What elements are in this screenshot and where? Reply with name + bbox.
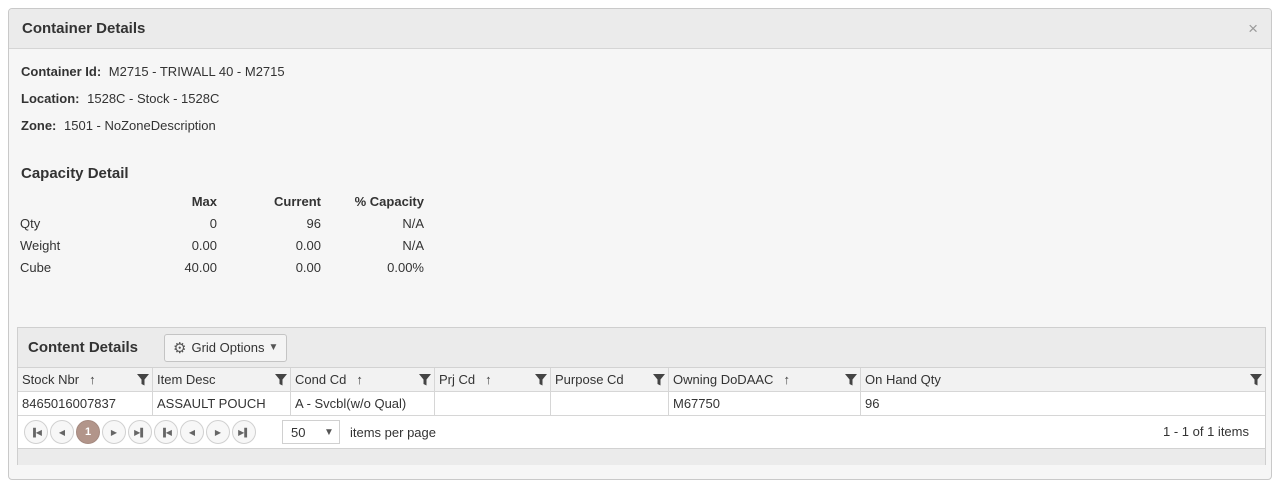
- last-page-icon[interactable]: ▶▌: [128, 420, 152, 444]
- capacity-table: Max Current % Capacity Qty 0 96 N/A Weig…: [20, 191, 424, 278]
- capacity-row-qty: Qty 0 96 N/A: [20, 212, 424, 234]
- column-header-label: Prj Cd: [439, 372, 476, 387]
- grid-header-row: Stock Nbr ↑ Item Desc Cond Cd ↑ Prj Cd ↑…: [18, 368, 1265, 392]
- pager-info: 1 - 1 of 1 items: [1163, 424, 1249, 439]
- close-icon[interactable]: ×: [1248, 19, 1258, 39]
- container-id-line: Container Id: M2715 - TRIWALL 40 - M2715: [21, 64, 285, 79]
- cell-purpose-cd: [551, 392, 669, 415]
- capacity-pct: 0.00%: [387, 259, 424, 275]
- column-header-item-desc[interactable]: Item Desc: [153, 368, 291, 391]
- location-value: 1528C - Stock - 1528C: [87, 91, 220, 106]
- container-id-value: M2715 - TRIWALL 40 - M2715: [108, 64, 285, 79]
- grid-footer: [18, 448, 1265, 465]
- column-header-label: Purpose Cd: [555, 372, 624, 387]
- capacity-current: 0.00: [295, 237, 321, 253]
- capacity-max: 0.00: [191, 237, 217, 253]
- capacity-max: 40.00: [184, 259, 217, 275]
- sort-asc-icon: ↑: [485, 372, 492, 387]
- page-number-button[interactable]: 1: [76, 420, 100, 444]
- content-details-title: Content Details: [28, 339, 139, 356]
- location-label: Location:: [21, 91, 80, 106]
- capacity-pct: N/A: [402, 215, 424, 231]
- column-header-label: Item Desc: [157, 372, 216, 387]
- capacity-pct: N/A: [402, 237, 424, 253]
- first-page-icon[interactable]: ▐◀: [154, 420, 178, 444]
- capacity-row-label: Weight: [20, 237, 61, 253]
- filter-icon[interactable]: [1250, 374, 1262, 386]
- column-header-prj-cd[interactable]: Prj Cd ↑: [435, 368, 551, 391]
- zone-label: Zone:: [21, 118, 57, 133]
- filter-icon[interactable]: [535, 374, 547, 386]
- next-page-icon[interactable]: ▶: [206, 420, 230, 444]
- filter-icon[interactable]: [419, 374, 431, 386]
- prev-page-icon[interactable]: ◀: [180, 420, 204, 444]
- cell-item-desc: ASSAULT POUCH: [153, 392, 291, 415]
- chevron-down-icon: ▼: [324, 426, 334, 438]
- column-header-on-hand-qty[interactable]: On Hand Qty: [861, 368, 1265, 391]
- filter-icon[interactable]: [137, 374, 149, 386]
- filter-icon[interactable]: [845, 374, 857, 386]
- page-size-select[interactable]: 50 ▼: [282, 420, 340, 444]
- location-line: Location: 1528C - Stock - 1528C: [21, 91, 219, 106]
- capacity-max: 0: [209, 215, 217, 231]
- caret-down-icon: ▼: [268, 342, 279, 353]
- filter-icon[interactable]: [275, 374, 287, 386]
- zone-line: Zone: 1501 - NoZoneDescription: [21, 118, 216, 133]
- grid-options-label: Grid Options: [191, 340, 265, 355]
- capacity-row-label: Cube: [20, 259, 52, 275]
- capacity-header-max: Max: [191, 194, 217, 209]
- sort-asc-icon: ↑: [89, 372, 96, 387]
- capacity-current: 96: [306, 215, 321, 231]
- cell-stock-nbr: 8465016007837: [18, 392, 153, 415]
- grid-pager: ▐◀ ◀ 1 ▶ ▶▌ ▐◀ ◀ ▶ ▶▌ 50 ▼ items per pag…: [18, 416, 1265, 448]
- zone-value: 1501 - NoZoneDescription: [64, 118, 216, 133]
- capacity-header-current: Current: [274, 194, 321, 209]
- container-id-label: Container Id:: [21, 64, 102, 79]
- capacity-row-label: Qty: [20, 215, 41, 231]
- capacity-row-cube: Cube 40.00 0.00 0.00%: [20, 256, 424, 278]
- cell-owning-dodaac: M67750: [669, 392, 861, 415]
- grid-options-button[interactable]: ⚙ Grid Options ▼: [164, 333, 288, 362]
- cell-cond-cd: A - Svcbl(w/o Qual): [291, 392, 435, 415]
- window-title: Container Details: [22, 20, 146, 37]
- content-details-grid: Content Details ⚙ Grid Options ▼ Stock N…: [17, 327, 1266, 465]
- capacity-header-row: Max Current % Capacity: [20, 191, 424, 212]
- capacity-current: 0.00: [295, 259, 321, 275]
- column-header-label: On Hand Qty: [865, 372, 941, 387]
- column-header-cond-cd[interactable]: Cond Cd ↑: [291, 368, 435, 391]
- column-header-label: Stock Nbr: [22, 372, 80, 387]
- next-page-icon[interactable]: ▶: [102, 420, 126, 444]
- filter-icon[interactable]: [653, 374, 665, 386]
- container-details-window: Container Details × Container Id: M2715 …: [8, 8, 1272, 480]
- column-header-owning-dodaac[interactable]: Owning DoDAAC ↑: [669, 368, 861, 391]
- grid-toolbar: Content Details ⚙ Grid Options ▼: [18, 328, 1265, 368]
- capacity-row-weight: Weight 0.00 0.00 N/A: [20, 234, 424, 256]
- column-header-label: Cond Cd: [295, 372, 347, 387]
- capacity-header-pct: % Capacity: [354, 194, 424, 209]
- column-header-purpose-cd[interactable]: Purpose Cd: [551, 368, 669, 391]
- capacity-detail-title: Capacity Detail: [21, 165, 129, 182]
- first-page-icon[interactable]: ▐◀: [24, 420, 48, 444]
- sort-asc-icon: ↑: [783, 372, 790, 387]
- window-titlebar: Container Details ×: [9, 9, 1271, 49]
- capacity-header-blank: [20, 191, 120, 212]
- sort-asc-icon: ↑: [356, 372, 363, 387]
- cell-on-hand-qty: 96: [865, 396, 880, 411]
- gear-icon: ⚙: [173, 339, 187, 357]
- table-row[interactable]: 8465016007837 ASSAULT POUCH A - Svcbl(w/…: [18, 392, 1265, 416]
- prev-page-icon[interactable]: ◀: [50, 420, 74, 444]
- column-header-label: Owning DoDAAC: [673, 372, 774, 387]
- column-header-stock-nbr[interactable]: Stock Nbr ↑: [18, 368, 153, 391]
- page-size-value: 50: [291, 424, 306, 440]
- cell-prj-cd: [435, 392, 551, 415]
- items-per-page-label: items per page: [350, 424, 436, 440]
- last-page-icon[interactable]: ▶▌: [232, 420, 256, 444]
